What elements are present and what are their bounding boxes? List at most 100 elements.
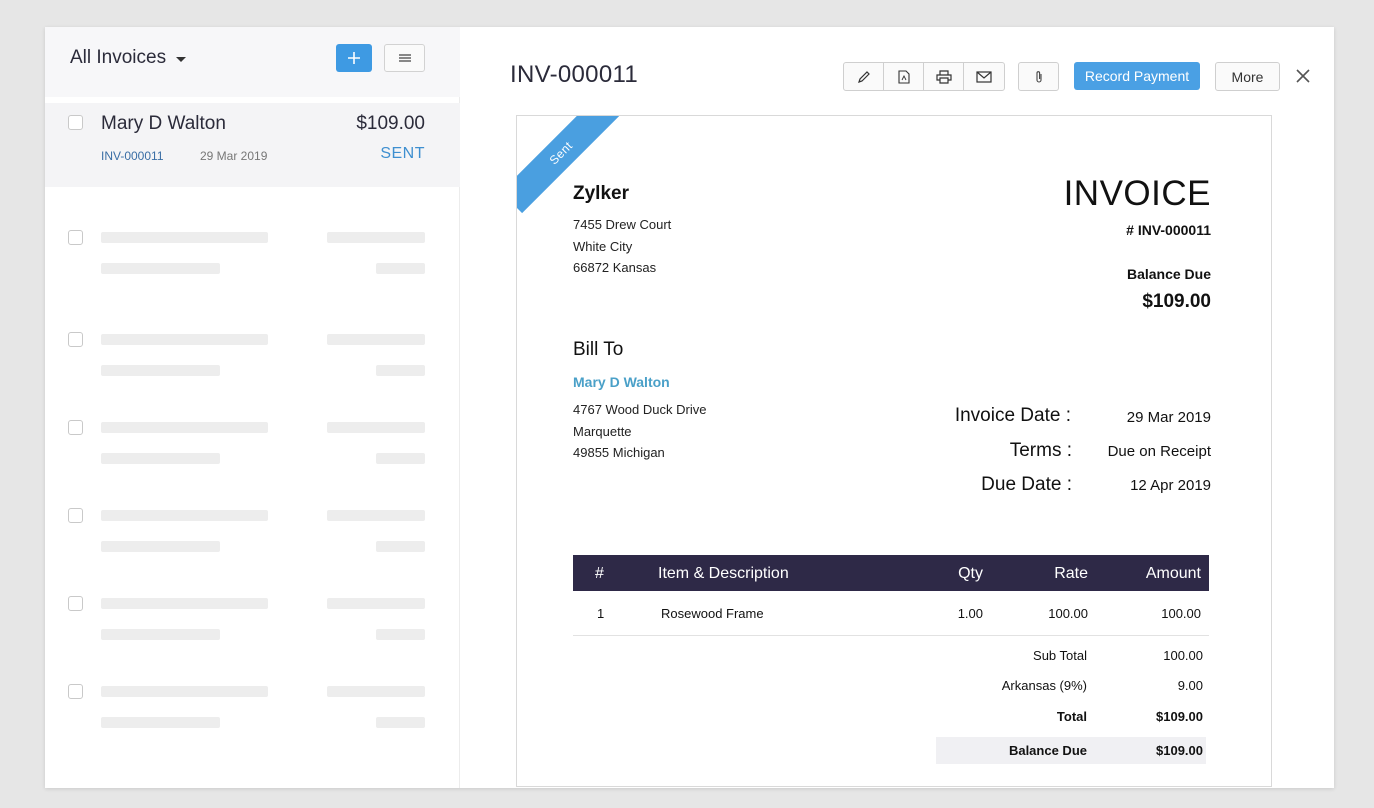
print-icon	[935, 69, 952, 84]
balance-due-amount: $109.00	[1142, 291, 1211, 312]
print-button[interactable]	[924, 63, 964, 90]
placeholder-bar	[101, 263, 220, 274]
placeholder-bar	[376, 629, 425, 640]
invoice-amount: $109.00	[356, 113, 425, 134]
organization-address: 7455 Drew Court White City 66872 Kansas	[573, 214, 671, 279]
column-header-qty: Qty	[958, 565, 983, 582]
app-window: All Invoices Mary D Walton $109.00 INV-0…	[45, 27, 1334, 788]
placeholder-row	[45, 329, 460, 389]
more-button[interactable]: More	[1215, 62, 1280, 91]
status-badge: SENT	[380, 145, 425, 162]
address-line: 49855 Michigan	[573, 445, 665, 460]
close-button[interactable]	[1292, 65, 1314, 87]
cell-item: Rosewood Frame	[661, 606, 764, 621]
placeholder-bar	[101, 334, 268, 345]
sub-total-label: Sub Total	[1033, 648, 1087, 663]
pencil-icon	[857, 70, 870, 83]
chevron-down-icon	[176, 57, 187, 62]
balance-due-row-label: Balance Due	[1008, 743, 1087, 758]
placeholder-row	[45, 593, 460, 653]
invoice-number: INV-000011	[101, 149, 164, 163]
placeholder-bar	[101, 422, 268, 433]
balance-due-label: Balance Due	[1126, 266, 1211, 282]
list-header: All Invoices	[45, 27, 460, 97]
address-line: 4767 Wood Duck Drive	[573, 402, 707, 417]
document-title: INVOICE	[1063, 174, 1211, 213]
row-checkbox[interactable]	[68, 684, 83, 699]
edit-button[interactable]	[844, 63, 884, 90]
placeholder-bar	[101, 365, 220, 376]
row-checkbox[interactable]	[68, 332, 83, 347]
invoice-date-value: 29 Mar 2019	[1126, 409, 1211, 426]
placeholder-bar	[327, 686, 425, 697]
list-item-selected[interactable]: Mary D Walton $109.00 INV-000011 29 Mar …	[45, 103, 460, 187]
pdf-button[interactable]	[884, 63, 924, 90]
terms-value: Due on Receipt	[1107, 443, 1211, 460]
cell-rate: 100.00	[1048, 606, 1088, 621]
placeholder-bar	[101, 598, 268, 609]
row-checkbox[interactable]	[68, 230, 83, 245]
record-payment-button[interactable]: Record Payment	[1074, 62, 1200, 90]
placeholder-bar	[327, 232, 425, 243]
organization-name: Zylker	[573, 183, 629, 204]
placeholder-bar	[101, 232, 268, 243]
placeholder-bar	[376, 453, 425, 464]
total-value: $109.00	[1156, 709, 1203, 724]
customer-address: 4767 Wood Duck Drive Marquette 49855 Mic…	[573, 399, 706, 464]
close-icon	[1296, 69, 1310, 83]
placeholder-bar	[327, 334, 425, 345]
placeholder-bar	[101, 541, 220, 552]
new-invoice-button[interactable]	[336, 44, 372, 72]
mail-icon	[976, 70, 992, 83]
placeholder-bar	[376, 717, 425, 728]
placeholder-bar	[376, 263, 425, 274]
placeholder-row	[45, 505, 460, 565]
row-checkbox[interactable]	[68, 420, 83, 435]
column-header-num: #	[595, 565, 604, 582]
row-checkbox[interactable]	[68, 596, 83, 611]
tax-label: Arkansas (9%)	[1001, 678, 1087, 693]
placeholder-bar	[101, 717, 220, 728]
cell-amount: 100.00	[1161, 606, 1201, 621]
tax-value: 9.00	[1177, 678, 1203, 693]
invoice-view-dropdown[interactable]: All Invoices	[70, 47, 187, 69]
invoice-date-label: Invoice Date :	[954, 405, 1071, 426]
placeholder-row	[45, 227, 460, 287]
placeholder-bar	[327, 510, 425, 521]
invoice-list-panel: All Invoices Mary D Walton $109.00 INV-0…	[45, 27, 460, 788]
plus-icon	[348, 52, 360, 64]
placeholder-bar	[327, 422, 425, 433]
placeholder-bar	[327, 598, 425, 609]
placeholder-bar	[101, 629, 220, 640]
placeholder-bar	[101, 686, 268, 697]
attach-button[interactable]	[1018, 62, 1059, 91]
sub-total-value: 100.00	[1163, 648, 1203, 663]
placeholder-row	[45, 417, 460, 477]
placeholder-bar	[376, 365, 425, 376]
address-line: White City	[573, 238, 633, 254]
customer-link[interactable]: Mary D Walton	[573, 374, 670, 390]
hamburger-icon	[398, 54, 411, 62]
address-line: 66872 Kansas	[573, 260, 657, 275]
column-header-amount: Amount	[1145, 565, 1201, 582]
paperclip-icon	[1035, 70, 1042, 83]
invoice-date: 29 Mar 2019	[200, 149, 268, 163]
customer-name: Mary D Walton	[101, 113, 226, 134]
row-checkbox[interactable]	[68, 508, 83, 523]
line-items-table: # Item & Description Qty Rate Amount 1 R…	[573, 555, 1209, 636]
email-button[interactable]	[964, 63, 1004, 90]
table-header: # Item & Description Qty Rate Amount	[573, 555, 1209, 591]
row-checkbox[interactable]	[68, 115, 83, 130]
placeholder-bar	[101, 510, 268, 521]
document-number: # INV-000011	[1126, 222, 1211, 238]
column-header-item: Item & Description	[658, 565, 789, 582]
list-options-button[interactable]	[384, 44, 425, 72]
address-line: Marquette	[573, 423, 632, 439]
total-label: Total	[1056, 709, 1087, 724]
address-line: 7455 Drew Court	[573, 217, 672, 232]
due-date-value: 12 Apr 2019	[1130, 477, 1211, 494]
due-date-label: Due Date :	[981, 474, 1072, 495]
column-header-rate: Rate	[1054, 565, 1088, 582]
action-toolbar	[843, 62, 1005, 91]
cell-qty: 1.00	[957, 606, 983, 621]
